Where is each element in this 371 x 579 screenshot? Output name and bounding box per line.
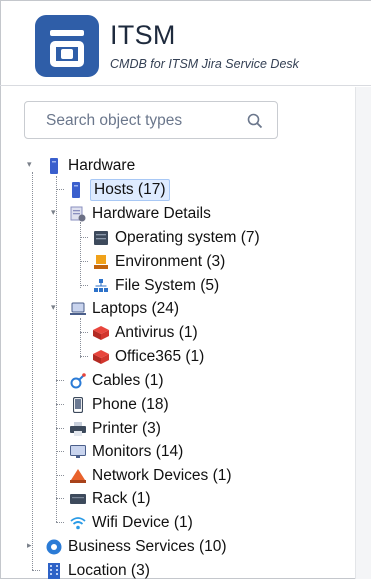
expand-toggle-laptops[interactable]: ▾ bbox=[51, 303, 60, 312]
wifi-icon bbox=[70, 515, 86, 531]
tree-item-label: Location (3) bbox=[68, 561, 150, 579]
tree-item-label: Printer (3) bbox=[92, 419, 161, 437]
phone-icon bbox=[70, 396, 86, 413]
tree-item-label: File System (5) bbox=[115, 276, 220, 294]
tree-item-laptops[interactable]: Laptops (24) bbox=[70, 297, 179, 320]
tree-item-business-services[interactable]: Business Services (10) bbox=[46, 535, 227, 558]
app-title: ITSM bbox=[110, 20, 176, 50]
tree-item-location[interactable]: Location (3) bbox=[46, 559, 150, 579]
tree-item-label: Hosts (17) bbox=[90, 178, 170, 201]
tree-guide-hardware-details bbox=[80, 222, 81, 288]
file-system-icon bbox=[93, 278, 109, 294]
tree-item-printer[interactable]: Printer (3) bbox=[70, 417, 161, 440]
tree-item-environment[interactable]: Environment (3) bbox=[93, 250, 225, 273]
tree-guide-hardware bbox=[56, 176, 57, 522]
tree-item-label: Office365 (1) bbox=[115, 347, 205, 365]
rack-icon bbox=[70, 491, 86, 507]
search-object-types-input[interactable]: Search object types bbox=[24, 101, 278, 139]
tree-item-cables[interactable]: Cables (1) bbox=[70, 369, 164, 392]
tree-item-office365[interactable]: Office365 (1) bbox=[93, 345, 204, 368]
laptop-icon bbox=[70, 301, 86, 317]
tree-item-label: Business Services (10) bbox=[68, 537, 227, 555]
tree-item-label: Laptops (24) bbox=[92, 299, 180, 317]
tree-item-label: Operating system (7) bbox=[115, 228, 260, 246]
tree-guide-root bbox=[32, 172, 33, 570]
environment-icon bbox=[93, 254, 109, 270]
tree-item-label: Hardware bbox=[68, 156, 136, 174]
tree-item-operating-system[interactable]: Operating system (7) bbox=[93, 226, 260, 249]
monitor-icon bbox=[70, 444, 86, 460]
search-placeholder: Search object types bbox=[46, 112, 183, 129]
operating-system-icon bbox=[93, 230, 109, 246]
printer-icon bbox=[70, 421, 86, 437]
antivirus-icon bbox=[93, 325, 109, 341]
tree-item-label: Rack (1) bbox=[92, 489, 151, 507]
tree-item-phone[interactable]: Phone (18) bbox=[70, 393, 169, 416]
tree-item-label: Wifi Device (1) bbox=[92, 513, 193, 531]
app-subtitle: CMDB for ITSM Jira Service Desk bbox=[110, 57, 299, 71]
hardware-details-icon bbox=[70, 206, 86, 222]
expand-toggle-hardware[interactable]: ▾ bbox=[27, 160, 36, 169]
tree-item-hardware-details[interactable]: Hardware Details bbox=[70, 202, 211, 225]
tree-guide-laptops bbox=[80, 318, 81, 358]
network-device-icon bbox=[70, 468, 86, 484]
server-icon bbox=[68, 181, 84, 198]
tree-item-rack[interactable]: Rack (1) bbox=[70, 487, 151, 510]
cable-icon bbox=[70, 372, 86, 389]
office365-icon bbox=[93, 349, 109, 365]
tree-item-antivirus[interactable]: Antivirus (1) bbox=[93, 321, 198, 344]
tree-item-network-devices[interactable]: Network Devices (1) bbox=[70, 464, 232, 487]
tree-item-label: Environment (3) bbox=[115, 252, 226, 270]
expand-toggle-hardware-details[interactable]: ▾ bbox=[51, 208, 60, 217]
tree-item-wifi-device[interactable]: Wifi Device (1) bbox=[70, 511, 193, 534]
tree-item-label: Phone (18) bbox=[92, 395, 169, 413]
app-header: ITSM CMDB for ITSM Jira Service Desk bbox=[0, 0, 371, 86]
location-icon bbox=[46, 562, 62, 579]
itsm-logo-icon bbox=[35, 15, 99, 77]
tree-item-label: Network Devices (1) bbox=[92, 466, 232, 484]
server-icon bbox=[46, 157, 62, 174]
tree-item-hosts[interactable]: Hosts (17) bbox=[68, 178, 170, 201]
sidebar-scrollbar[interactable] bbox=[355, 87, 371, 579]
expand-toggle-business-services[interactable]: ▸ bbox=[27, 541, 36, 550]
business-services-icon bbox=[46, 539, 62, 555]
tree-item-monitors[interactable]: Monitors (14) bbox=[70, 440, 183, 463]
tree-item-label: Monitors (14) bbox=[92, 442, 184, 460]
tree-item-file-system[interactable]: File System (5) bbox=[93, 274, 219, 297]
tree-item-label: Antivirus (1) bbox=[115, 323, 198, 341]
search-icon[interactable] bbox=[247, 113, 263, 129]
tree-item-hardware[interactable]: Hardware bbox=[46, 154, 135, 177]
tree-item-label: Cables (1) bbox=[92, 371, 164, 389]
tree-item-label: Hardware Details bbox=[92, 204, 211, 222]
